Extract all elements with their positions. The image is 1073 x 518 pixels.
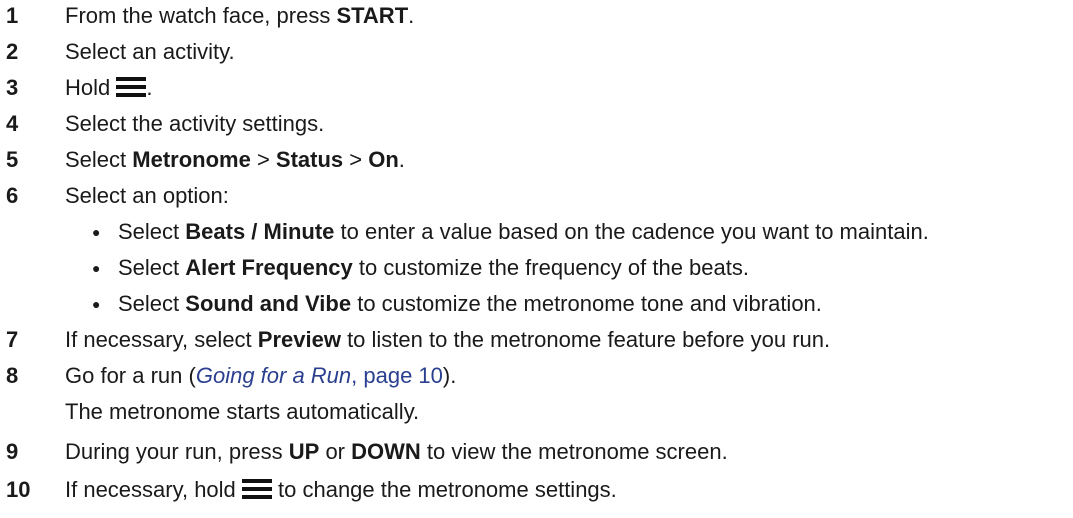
step-number: 2 [6, 39, 19, 64]
text: If necessary, select [65, 327, 258, 352]
step-number: 7 [6, 327, 19, 352]
step-text: Select the activity settings. [65, 111, 325, 136]
menu-icon [241, 479, 272, 499]
text: Select [118, 255, 186, 280]
step-text: Select Metronome > Status > On. [65, 144, 405, 176]
step-number: 5 [6, 147, 19, 172]
option-name: Preview [257, 327, 341, 352]
option-text: Select Alert Frequency to customize the … [118, 252, 749, 284]
bullet-icon: ● [92, 260, 101, 276]
step-text: From the watch face, press START. [65, 0, 414, 32]
link-page[interactable]: , page 10 [351, 363, 443, 388]
button-name: UP [288, 439, 320, 464]
text: to change the metronome settings. [271, 477, 617, 502]
step-8-continuation: The metronome starts automatically. [65, 399, 420, 424]
text: . [408, 3, 415, 28]
text: to customize the frequency of the beats. [352, 255, 749, 280]
step-text: Hold . [65, 72, 152, 104]
text: to enter a value based on the cadence yo… [334, 219, 929, 244]
cross-reference-link[interactable]: Going for a Run, page 10 [196, 363, 443, 388]
bullet-icon: ● [92, 224, 101, 240]
text: During your run, press [65, 439, 289, 464]
text: or [319, 439, 352, 464]
menu-option: On [368, 147, 399, 172]
separator: > [343, 147, 369, 172]
button-name: DOWN [351, 439, 421, 464]
step-number: 9 [6, 439, 19, 464]
text: Go for a run ( [65, 363, 196, 388]
option-name: Sound and Vibe [185, 291, 352, 316]
step-text: During your run, press UP or DOWN to vie… [65, 436, 728, 468]
step-number: 8 [6, 363, 19, 388]
text: Select [65, 147, 133, 172]
menu-option: Status [275, 147, 344, 172]
option-name: Alert Frequency [185, 255, 353, 280]
step-text: Select an option: [65, 183, 229, 208]
link-title[interactable]: Going for a Run [196, 363, 351, 388]
step-number: 4 [6, 111, 19, 136]
separator: > [250, 147, 276, 172]
button-name: START [336, 3, 409, 28]
text: From the watch face, press [65, 3, 337, 28]
text: Select [118, 219, 186, 244]
text: to customize the metronome tone and vibr… [351, 291, 822, 316]
step-number: 3 [6, 75, 19, 100]
bullet-icon: ● [92, 296, 101, 312]
text: to view the metronome screen. [420, 439, 728, 464]
text: . [398, 147, 405, 172]
text: Hold [65, 75, 117, 100]
menu-icon [116, 77, 147, 97]
option-text: Select Beats / Minute to enter a value b… [118, 216, 929, 248]
text: . [146, 75, 153, 100]
option-text: Select Sound and Vibe to customize the m… [118, 288, 822, 320]
step-number: 10 [6, 477, 31, 502]
menu-option: Metronome [132, 147, 251, 172]
step-text: Select an activity. [65, 39, 235, 64]
step-text: Go for a run (Going for a Run, page 10). [65, 360, 456, 392]
step-number: 6 [6, 183, 19, 208]
step-text: If necessary, hold to change the metrono… [65, 474, 617, 506]
text: ). [442, 363, 457, 388]
option-name: Beats / Minute [185, 219, 335, 244]
step-number: 1 [6, 3, 19, 28]
text: Select [118, 291, 186, 316]
text: to listen to the metronome feature befor… [340, 327, 831, 352]
text: If necessary, hold [65, 477, 242, 502]
step-text: If necessary, select Preview to listen t… [65, 324, 830, 356]
